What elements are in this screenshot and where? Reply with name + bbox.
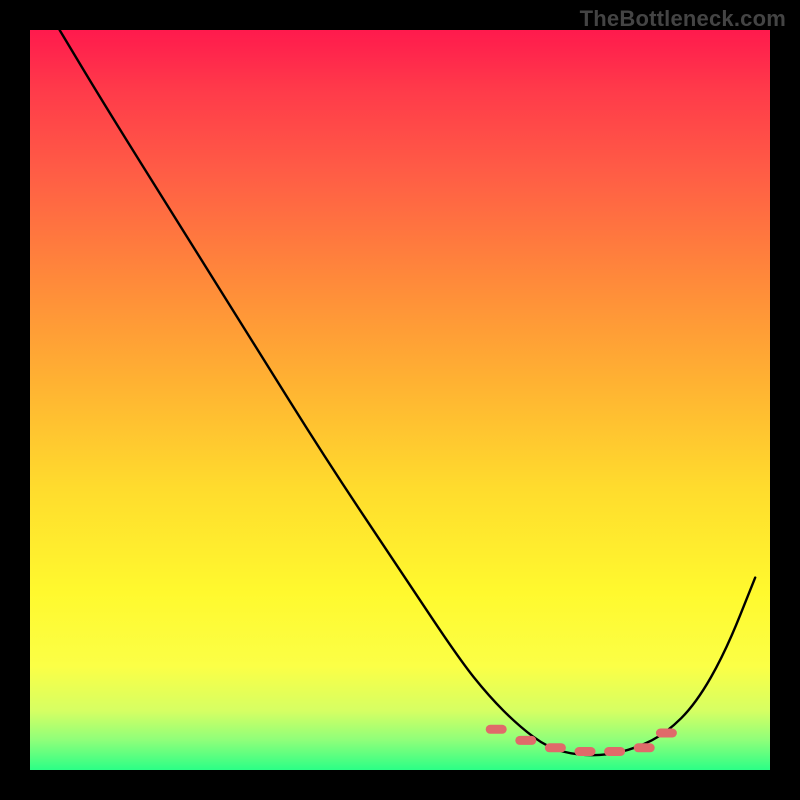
optimal-range-markers — [490, 729, 672, 751]
chart-frame: TheBottleneck.com — [0, 0, 800, 800]
bottleneck-curve — [60, 30, 756, 755]
chart-svg — [30, 30, 770, 770]
plot-area — [30, 30, 770, 770]
watermark-text: TheBottleneck.com — [580, 6, 786, 32]
